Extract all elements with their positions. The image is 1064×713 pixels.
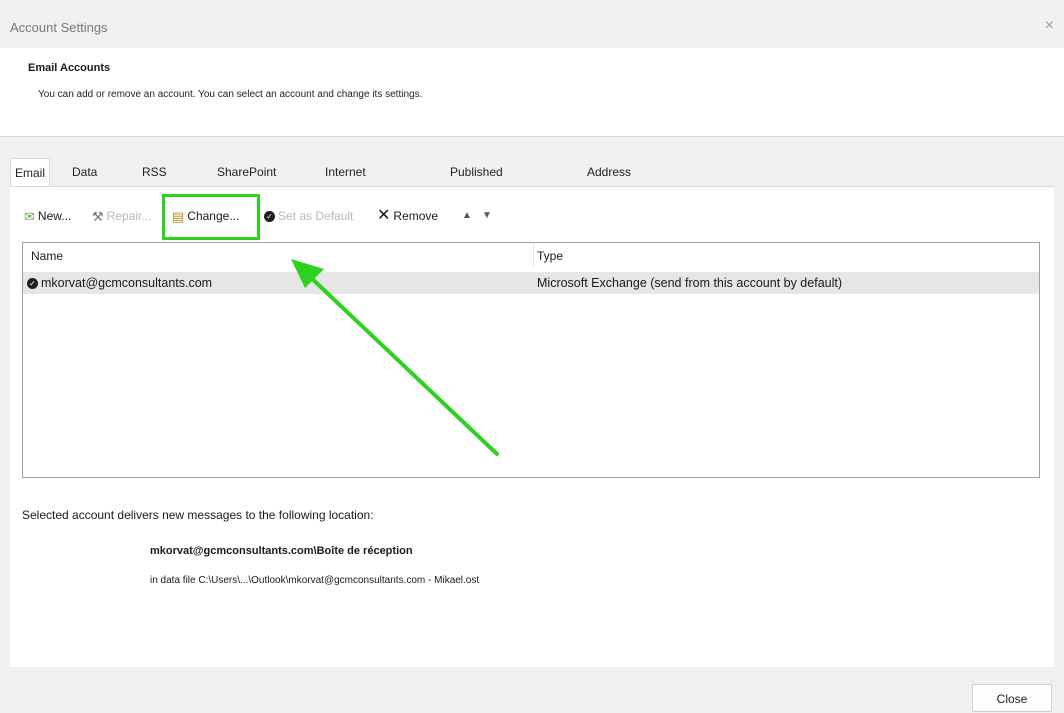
data-file-path: in data file C:\Users\...\Outlook\mkorva… bbox=[150, 575, 480, 586]
delivery-location: mkorvat@gcmconsultants.com\Boîte de réce… bbox=[150, 545, 413, 557]
accounts-list: Name Type ✓ mkorvat@gcmconsultants.com M… bbox=[22, 242, 1040, 478]
new-label: New... bbox=[37, 209, 72, 223]
repair-icon: ⚒ bbox=[92, 208, 104, 224]
new-button[interactable]: ✉ New... bbox=[24, 205, 71, 227]
default-check-icon: ✓ bbox=[264, 210, 275, 222]
set-default-label: Set as Default bbox=[278, 209, 354, 223]
window-title: Account Settings bbox=[10, 20, 108, 35]
repair-label: Repair... bbox=[106, 209, 152, 223]
move-down-button[interactable]: ▼ bbox=[482, 205, 492, 227]
tab-internet-calendars[interactable]: Internet Calendars bbox=[321, 158, 384, 207]
close-window-icon[interactable]: × bbox=[1045, 17, 1054, 35]
tab-rss-feeds[interactable]: RSS Feeds bbox=[138, 158, 179, 207]
remove-label: Remove bbox=[393, 209, 439, 223]
remove-icon: ✕ bbox=[377, 207, 391, 224]
section-title: Email Accounts bbox=[28, 62, 111, 74]
tab-data-files[interactable]: Data Files bbox=[68, 158, 101, 207]
account-name-cell: ✓ mkorvat@gcmconsultants.com bbox=[27, 276, 212, 290]
tab-email[interactable]: Email bbox=[10, 158, 51, 187]
section-description: You can add or remove an account. You ca… bbox=[38, 89, 423, 100]
move-up-icon: ▲ bbox=[462, 210, 472, 221]
default-account-check-icon: ✓ bbox=[27, 277, 38, 289]
remove-button[interactable]: ✕ Remove bbox=[377, 205, 438, 227]
column-header-name[interactable]: Name bbox=[31, 249, 63, 263]
tab-address-books[interactable]: Address Books bbox=[583, 158, 635, 207]
account-row[interactable]: ✓ mkorvat@gcmconsultants.com Microsoft E… bbox=[23, 272, 1039, 294]
header-section: Email Accounts You can add or remove an … bbox=[0, 48, 1064, 137]
account-name: mkorvat@gcmconsultants.com bbox=[41, 276, 213, 290]
repair-button[interactable]: ⚒ Repair... bbox=[92, 205, 151, 227]
column-divider[interactable] bbox=[533, 243, 534, 267]
column-header-type[interactable]: Type bbox=[537, 249, 563, 263]
title-bar: Account Settings × bbox=[0, 0, 1064, 48]
close-button[interactable]: Close bbox=[972, 684, 1052, 712]
list-header: Name Type bbox=[23, 243, 1039, 267]
tab-published-calendars[interactable]: Published Calendars bbox=[446, 158, 509, 207]
new-account-icon: ✉ bbox=[24, 208, 35, 224]
set-default-button[interactable]: ✓ Set as Default bbox=[264, 205, 353, 227]
change-button-highlight bbox=[162, 194, 260, 240]
delivery-description: Selected account delivers new messages t… bbox=[22, 508, 374, 522]
move-down-icon: ▼ bbox=[482, 210, 492, 221]
tab-sharepoint-lists[interactable]: SharePoint Lists bbox=[213, 158, 280, 207]
account-type: Microsoft Exchange (send from this accou… bbox=[537, 276, 843, 290]
move-up-button[interactable]: ▲ bbox=[462, 205, 472, 227]
